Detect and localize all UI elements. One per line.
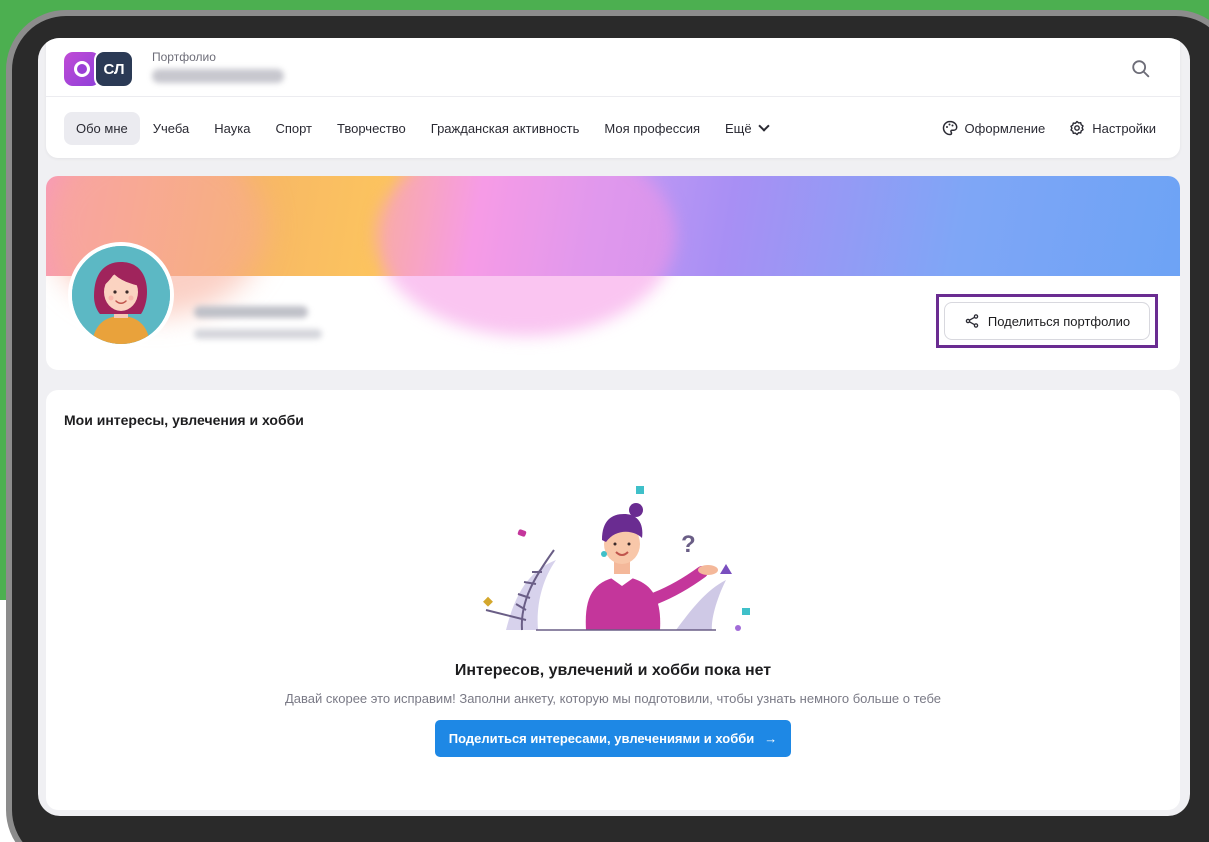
- palette-icon: [942, 120, 957, 136]
- tab-science[interactable]: Наука: [202, 112, 262, 145]
- gear-icon: [1070, 120, 1084, 136]
- app-screen: СЛ Портфолио Обо мне Учеба Наука Спорт Т…: [38, 38, 1190, 816]
- search-icon[interactable]: [1130, 58, 1152, 80]
- logo-badge: СЛ: [94, 50, 134, 88]
- profile-name-blurred: [194, 306, 308, 318]
- interests-card: Мои интересы, увлечения и хобби ? Интере…: [46, 390, 1180, 810]
- empty-state-illustration: ?: [483, 486, 750, 631]
- interests-title: Мои интересы, увлечения и хобби: [64, 412, 304, 428]
- appearance-button[interactable]: Оформление: [942, 120, 1045, 136]
- tab-bar: Обо мне Учеба Наука Спорт Творчество Гра…: [64, 110, 781, 146]
- empty-state-subtitle: Давай скорее это исправим! Заполни анкет…: [285, 691, 941, 706]
- arrow-right-icon: →: [764, 731, 778, 746]
- share-interests-label: Поделиться интересами, увлечениями и хоб…: [448, 731, 755, 746]
- user-name-blurred: [152, 69, 284, 83]
- share-interests-button[interactable]: Поделиться интересами, увлечениями и хоб…: [435, 720, 791, 757]
- avatar: [68, 242, 174, 348]
- empty-state-title: Интересов, увлечений и хобби пока нет: [454, 662, 772, 679]
- profile-banner: [46, 176, 1180, 276]
- tab-about[interactable]: Обо мне: [64, 111, 140, 145]
- share-portfolio-button[interactable]: Поделиться портфолио: [944, 302, 1150, 340]
- tab-more[interactable]: Ещё: [713, 112, 780, 145]
- chevron-down-icon: [757, 119, 770, 132]
- tab-study[interactable]: Учеба: [141, 112, 202, 145]
- header-divider: [46, 96, 1180, 97]
- app-title: Портфолио: [152, 50, 216, 64]
- header: СЛ Портфолио Обо мне Учеба Наука Спорт Т…: [46, 38, 1180, 158]
- header-actions: Оформление Настройки: [918, 110, 1156, 146]
- tab-creativity[interactable]: Творчество: [325, 112, 418, 145]
- svg-text:?: ?: [681, 531, 696, 558]
- portfolio-logo-icon[interactable]: СЛ: [64, 50, 136, 88]
- tab-civic[interactable]: Гражданская активность: [419, 112, 592, 145]
- settings-button[interactable]: Настройки: [1069, 120, 1156, 136]
- profile-school-blurred: [194, 329, 322, 339]
- share-icon: [965, 314, 979, 328]
- tab-profession[interactable]: Моя профессия: [592, 112, 712, 145]
- tab-sport[interactable]: Спорт: [263, 112, 324, 145]
